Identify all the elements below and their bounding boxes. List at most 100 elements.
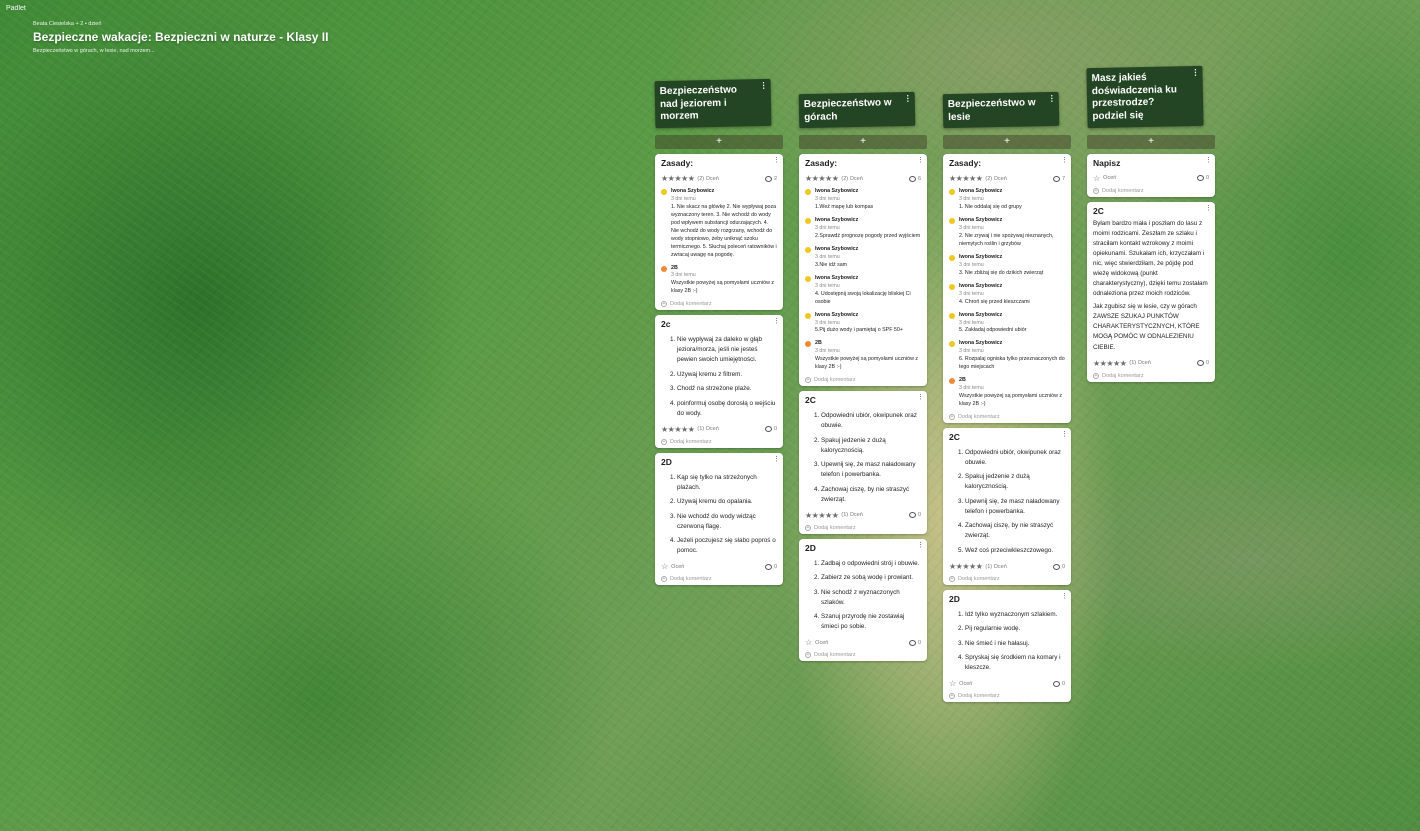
rate-label[interactable]: Oceń [671, 564, 684, 570]
post-card[interactable]: ⋮ 2C Odpowiedni ubiór, okwipunek oraz obuw… [943, 427, 1071, 585]
star-outline-icon[interactable]: ☆ [661, 562, 668, 571]
comment-count[interactable]: 0 [1196, 360, 1209, 367]
add-comment-button[interactable]: + Dodaj komentarz [949, 413, 1065, 420]
post-menu-icon[interactable]: ⋮ [773, 318, 780, 325]
star-rating[interactable]: ★★★★★ [949, 562, 983, 571]
post-card[interactable]: ⋮ 2D Kąp się tylko na strzeżonych plażach.… [655, 452, 783, 586]
star-icon[interactable]: ★ [969, 562, 976, 571]
star-icon[interactable]: ★ [674, 174, 681, 183]
star-icon[interactable]: ★ [832, 511, 839, 520]
star-icon[interactable]: ★ [969, 174, 976, 183]
add-post-button[interactable]: + [1087, 134, 1215, 149]
star-icon[interactable]: ★ [805, 511, 812, 520]
comment-count[interactable]: 0 [1196, 175, 1209, 182]
post-menu-icon[interactable]: ⋮ [917, 394, 924, 401]
add-comment-button[interactable]: + Dodaj komentarz [949, 576, 1065, 582]
star-rating[interactable]: ★★★★★ [661, 174, 695, 183]
post-card[interactable]: ⋮ Napisz ☆ Oceń 0 + Dodaj komentarz [1087, 153, 1215, 197]
rate-label[interactable]: Oceń [959, 681, 972, 687]
add-post-button[interactable]: + [799, 135, 927, 150]
add-comment-button[interactable]: + Dodaj komentarz [805, 524, 921, 531]
star-icon[interactable]: ★ [1120, 359, 1127, 368]
post-card[interactable]: ⋮ Zasady: ★★★★★ (2) Oceń 2 Iwona Szybowicz 3 d… [655, 154, 783, 311]
rate-label[interactable]: (2) Oceń [841, 176, 862, 182]
rate-label[interactable]: Oceń [815, 640, 828, 646]
post-card[interactable]: ⋮ 2C Byłam bardzo mała i poszłam do lasu z… [1087, 201, 1215, 382]
post-menu-icon[interactable]: ⋮ [917, 157, 924, 164]
star-icon[interactable]: ★ [949, 562, 956, 571]
add-comment-button[interactable]: + Dodaj komentarz [805, 377, 921, 384]
rate-label[interactable]: (1) Oceń [841, 512, 862, 518]
star-icon[interactable]: ★ [962, 174, 969, 183]
column-menu-icon[interactable]: ⋮ [1191, 68, 1198, 77]
star-rating[interactable]: ★★★★★ [1093, 359, 1127, 368]
add-comment-button[interactable]: + Dodaj komentarz [661, 438, 777, 445]
padlet-logo[interactable]: Padlet [6, 5, 26, 12]
post-card[interactable]: ⋮ Zasady: ★★★★★ (2) Oceń 7 Iwona Szybowicz 3 d… [943, 154, 1071, 423]
add-post-button[interactable]: + [655, 135, 783, 150]
comment-count[interactable]: 6 [908, 175, 921, 182]
star-icon[interactable]: ★ [681, 425, 688, 434]
column-heading[interactable]: Masz jakieś doświadczenia ku przestrodze… [1086, 65, 1204, 128]
post-card[interactable]: ⋮ 2D Idź tylko wyznaczonym szlakiem. Pij re… [943, 590, 1071, 703]
post-card[interactable]: ⋮2DZadbaj o odpowiedni strój i obuwie.Za… [799, 538, 927, 662]
star-icon[interactable]: ★ [688, 425, 695, 434]
star-outline-icon[interactable]: ☆ [949, 679, 956, 688]
star-rating[interactable]: ★★★★★ [805, 511, 839, 520]
rate-label[interactable]: (1) Oceń [985, 564, 1006, 570]
post-menu-icon[interactable]: ⋮ [917, 542, 924, 549]
rate-label[interactable]: (2) Oceń [697, 176, 718, 182]
star-icon[interactable]: ★ [818, 511, 825, 520]
star-icon[interactable]: ★ [681, 174, 688, 183]
add-comment-button[interactable]: + Dodaj komentarz [805, 652, 921, 659]
comment-count[interactable]: 7 [1052, 175, 1065, 182]
star-icon[interactable]: ★ [1113, 359, 1120, 368]
star-icon[interactable]: ★ [1106, 359, 1113, 368]
post-menu-icon[interactable]: ⋮ [1061, 431, 1068, 438]
star-icon[interactable]: ★ [832, 174, 839, 183]
post-menu-icon[interactable]: ⋮ [1061, 593, 1068, 600]
rate-label[interactable]: (1) Oceń [1129, 360, 1150, 366]
post-card[interactable]: ⋮ 2c Nie wypływaj za daleko w głąb jeziora… [655, 315, 783, 448]
star-icon[interactable]: ★ [976, 562, 983, 571]
column-heading[interactable]: Bezpieczeństwo nad jeziorem i morzem ⋮ [654, 78, 772, 129]
comment-count[interactable]: 0 [764, 426, 777, 433]
star-icon[interactable]: ★ [962, 562, 969, 571]
column-menu-icon[interactable]: ⋮ [1048, 94, 1055, 103]
star-rating[interactable]: ★★★★★ [805, 174, 839, 183]
column-menu-icon[interactable]: ⋮ [760, 81, 767, 90]
column-menu-icon[interactable]: ⋮ [904, 94, 911, 103]
comment-count[interactable]: 0 [1052, 563, 1065, 570]
comment-count[interactable]: 0 [1052, 680, 1065, 687]
post-card[interactable]: ⋮ Zasady: ★★★★★ (2) Oceń 6 Iwona Szybowicz 3 d… [799, 154, 927, 387]
post-menu-icon[interactable]: ⋮ [1205, 157, 1212, 164]
star-icon[interactable]: ★ [976, 174, 983, 183]
column-heading[interactable]: Bezpieczeństwo w lesie ⋮ [942, 91, 1060, 129]
board-author[interactable]: Beata Ciesielska + 2 • dzień [33, 21, 328, 27]
add-comment-button[interactable]: + Dodaj komentarz [1093, 187, 1209, 194]
star-icon[interactable]: ★ [825, 174, 832, 183]
post-card[interactable]: ⋮ 2C Odpowiedni ubiór, okwipunek oraz obuw… [799, 391, 927, 534]
star-icon[interactable]: ★ [661, 174, 668, 183]
star-icon[interactable]: ★ [825, 511, 832, 520]
rate-label[interactable]: Oceń [1103, 175, 1116, 181]
comment-count[interactable]: 0 [908, 639, 921, 646]
star-icon[interactable]: ★ [949, 174, 956, 183]
comment-count[interactable]: 2 [764, 175, 777, 182]
star-icon[interactable]: ★ [688, 174, 695, 183]
post-menu-icon[interactable]: ⋮ [773, 456, 780, 463]
star-icon[interactable]: ★ [1093, 359, 1100, 368]
star-icon[interactable]: ★ [674, 425, 681, 434]
add-comment-button[interactable]: + Dodaj komentarz [661, 301, 777, 308]
add-post-button[interactable]: + [943, 135, 1071, 150]
comment-count[interactable]: 0 [908, 512, 921, 519]
star-icon[interactable]: ★ [805, 174, 812, 183]
comment-count[interactable]: 0 [764, 563, 777, 570]
add-comment-button[interactable]: + Dodaj komentarz [949, 693, 1065, 700]
column-heading[interactable]: Bezpieczeństwo w górach ⋮ [798, 91, 916, 129]
post-menu-icon[interactable]: ⋮ [1205, 205, 1212, 212]
star-icon[interactable]: ★ [661, 425, 668, 434]
add-comment-button[interactable]: + Dodaj komentarz [1093, 372, 1209, 379]
rate-label[interactable]: (2) Oceń [985, 176, 1006, 182]
post-menu-icon[interactable]: ⋮ [773, 157, 780, 164]
